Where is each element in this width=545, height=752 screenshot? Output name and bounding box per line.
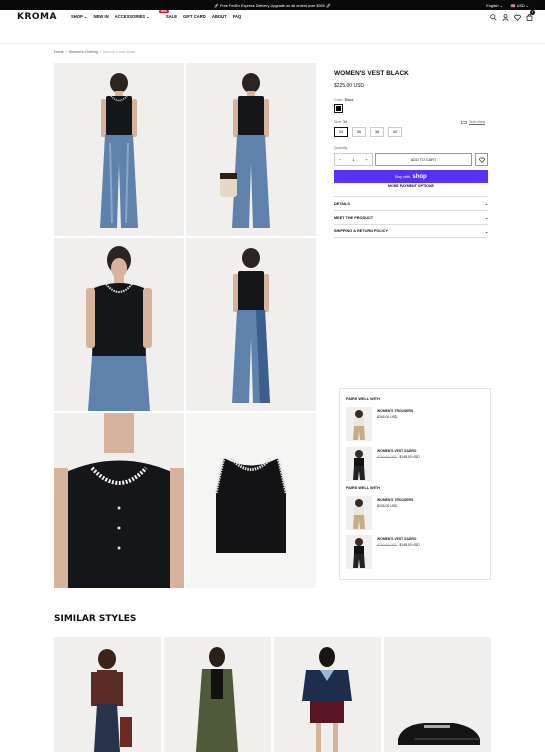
size-value: 34 — [343, 120, 347, 124]
heart-icon[interactable] — [513, 13, 521, 21]
nav-shop[interactable]: SHOP ⌄ — [71, 14, 87, 20]
breadcrumb-current: Women's vest Black — [102, 50, 136, 54]
product-image-detail[interactable] — [54, 413, 184, 588]
announcement-bar: 🚀 Free FedEx Express Delivery Upgrade on… — [0, 0, 545, 10]
similar-product-card[interactable] — [164, 637, 271, 752]
pair-thumbnail — [346, 496, 372, 530]
chevron-down-icon: ⌄ — [484, 229, 488, 234]
product-title: WOMEN'S VEST BLACK — [334, 70, 409, 77]
product-image-back[interactable] — [186, 238, 316, 411]
header-icons: 0 — [489, 10, 535, 21]
nav-accessories[interactable]: ACCESSORIES ⌄ — [115, 14, 150, 20]
color-value: Black — [344, 98, 354, 102]
shop-pay-button[interactable]: Buy with shop — [334, 170, 488, 183]
size-chart-link[interactable]: Size chart — [461, 120, 485, 124]
cart-count: 0 — [530, 10, 535, 15]
chevron-down-icon: ⌄ — [484, 202, 488, 206]
user-icon[interactable] — [501, 13, 509, 21]
pairs-heading: PAIRS WELL WITH — [346, 486, 380, 490]
more-payment-options-link[interactable]: MORE PAYMENT OPTIONS — [334, 184, 488, 188]
nav-faq[interactable]: FAQ — [233, 14, 242, 20]
product-image-flat[interactable] — [186, 413, 316, 588]
pair-thumbnail — [346, 535, 372, 569]
heart-icon — [478, 157, 485, 163]
accordion-meet-product[interactable]: MEET THE PRODUCT ⌄ — [334, 210, 488, 224]
accordion-shipping[interactable]: SHIPPING & RETURN POLICY ⌄ — [334, 224, 488, 238]
quantity-stepper: − 1 + — [334, 153, 373, 166]
quantity-increase-button[interactable]: + — [366, 157, 368, 162]
wishlist-button[interactable] — [475, 153, 488, 166]
pair-thumbnail — [346, 407, 372, 441]
nav-about[interactable]: ABOUT — [212, 14, 227, 20]
breadcrumb-home[interactable]: Home — [54, 50, 64, 54]
bag-icon[interactable]: 0 — [525, 10, 535, 21]
size-option-36[interactable]: 36 — [352, 127, 366, 137]
chevron-down-icon: ⌄ — [484, 216, 488, 220]
logo[interactable]: KROMA — [17, 12, 57, 22]
color-swatch-black[interactable] — [334, 104, 343, 113]
similar-product-card[interactable] — [274, 637, 381, 752]
product-image-bag[interactable] — [186, 63, 316, 236]
sale-badge: NEW — [158, 10, 169, 13]
search-icon[interactable] — [489, 13, 497, 21]
pair-item[interactable]: WOMEN'S TROUSERS $245.00 USD — [346, 496, 486, 532]
shop-pay-logo: shop — [412, 173, 427, 180]
size-label: Size: 34 — [334, 120, 347, 124]
quantity-decrease-button[interactable]: − — [339, 157, 341, 162]
size-option-38[interactable]: 38 — [370, 127, 384, 137]
product-image-front[interactable] — [54, 63, 184, 236]
breadcrumb: Home › Women's Clothing › Women's vest Bla… — [54, 50, 136, 54]
size-option-34[interactable]: 34 — [334, 127, 348, 137]
pair-item[interactable]: WOMEN'S TROUSERS $245.00 USD — [346, 407, 486, 443]
ruler-icon — [461, 120, 467, 124]
pair-item[interactable]: WOMEN'S VEST SADRO $290.00 USD $145.00 US… — [346, 447, 486, 483]
pairs-heading: PAIRS WELL WITH — [346, 397, 380, 401]
size-option-40[interactable]: 40 — [388, 127, 402, 137]
similar-product-card[interactable] — [384, 637, 491, 752]
pairs-well-with-panel: PAIRS WELL WITH WOMEN'S TROUSERS $245.00… — [339, 388, 491, 580]
product-price: $225.00 USD — [334, 83, 365, 89]
announcement-text: 🚀 Free FedEx Express Delivery Upgrade on… — [214, 3, 331, 8]
accordion-details[interactable]: DETAILS ⌄ — [334, 196, 488, 210]
product-image-close[interactable] — [54, 238, 184, 411]
color-label: Color: Black — [334, 98, 354, 102]
nav-sale[interactable]: NEWSALE — [156, 10, 177, 20]
pair-item[interactable]: WOMEN'S VEST SADRO $290.00 USD $145.00 US… — [346, 535, 486, 571]
quantity-value[interactable]: 1 — [352, 157, 354, 162]
main-nav: SHOP ⌄ NEW IN ACCESSORIES ⌄ NEWSALE GIFT… — [71, 10, 242, 20]
nav-new-in[interactable]: NEW IN — [93, 14, 108, 20]
language-selector[interactable]: English ⌄ — [486, 3, 503, 8]
quantity-label: Quantity — [334, 146, 348, 150]
nav-gift-card[interactable]: GIFT CARD — [183, 14, 206, 20]
similar-styles-heading: SIMILAR STYLES — [54, 614, 137, 624]
breadcrumb-category[interactable]: Women's Clothing — [69, 50, 98, 54]
add-to-cart-button[interactable]: ADD TO CART — [375, 153, 472, 166]
currency-selector[interactable]: 🇺🇸 USD ⌄ — [511, 3, 529, 8]
similar-product-card[interactable] — [54, 637, 161, 752]
pair-thumbnail — [346, 447, 372, 481]
